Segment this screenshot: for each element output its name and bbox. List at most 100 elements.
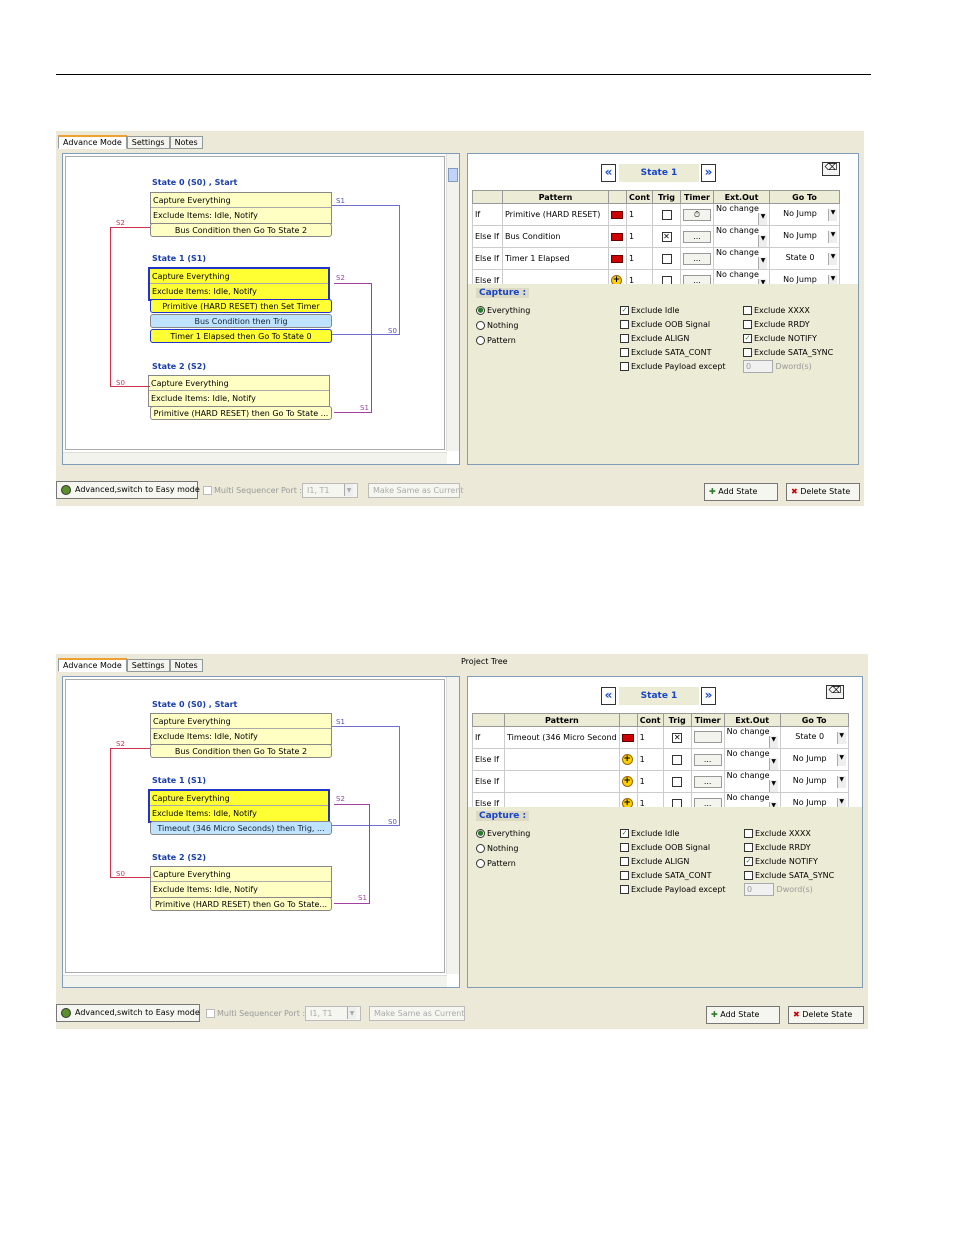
chevron-down-icon[interactable]: ▼ <box>828 252 837 265</box>
pattern-action-cell[interactable] <box>608 203 627 226</box>
timer-cell[interactable]: ... <box>680 225 714 248</box>
grid-row[interactable]: Else If Timer 1 Elapsed 1... No change ▼ Stat… <box>472 247 840 270</box>
chevron-down-icon[interactable]: ▼ <box>768 780 778 792</box>
diagram-vertical-scrollbar[interactable] <box>446 154 459 451</box>
multi-sequencer-checkbox[interactable]: Multi Sequencer <box>206 1009 282 1018</box>
cont-cell[interactable]: 1 <box>636 748 664 771</box>
timer-cell[interactable] <box>690 726 725 749</box>
trig-checkbox[interactable] <box>661 253 672 264</box>
state-2-condition[interactable]: Primitive (HARD RESET) then Go To State … <box>150 406 332 420</box>
cont-cell[interactable]: 1 <box>626 203 653 226</box>
pattern-action-cell[interactable]: + <box>618 748 638 771</box>
pattern-cell[interactable]: Timeout (346 Micro Second <box>504 726 620 749</box>
timer-button[interactable]: ... <box>693 775 722 788</box>
diagram-horizontal-scrollbar[interactable] <box>63 452 447 464</box>
state-2-condition[interactable]: Primitive (HARD RESET) then Go To State.… <box>150 897 332 911</box>
add-pattern-icon[interactable]: + <box>621 754 633 765</box>
pattern-action-cell[interactable]: + <box>618 770 638 793</box>
chevron-down-icon[interactable]: ▼ <box>836 753 846 766</box>
pattern-action-cell[interactable] <box>618 726 638 749</box>
tab-advance-mode[interactable]: Advance Mode <box>58 135 127 149</box>
radio-nothing[interactable]: Nothing <box>476 321 518 330</box>
checkbox-exclude-xxxx[interactable]: Exclude XXXX <box>744 829 811 838</box>
trig-cell[interactable] <box>662 748 692 771</box>
checkbox-exclude-sata-cont[interactable]: Exclude SATA_CONT <box>620 871 711 880</box>
chevron-down-icon[interactable]: ▼ <box>758 257 767 269</box>
next-state-button[interactable]: » <box>701 687 716 705</box>
trig-cell[interactable]: ✕ <box>662 726 692 749</box>
state-1-box[interactable]: Capture Everything Exclude Items: Idle, … <box>148 267 330 301</box>
checkbox-exclude-idle[interactable]: ✓ Exclude Idle <box>620 306 679 315</box>
ext-out-cell[interactable]: No change ▼ <box>723 770 781 793</box>
cont-cell[interactable]: 1 <box>636 770 664 793</box>
checkbox-exclude-oob[interactable]: Exclude OOB Signal <box>620 320 710 329</box>
state-0-box[interactable]: Capture Everything Exclude Items: Idle, … <box>150 192 332 224</box>
grid-row[interactable]: Else If Bus Condition 1 ✕... No change ▼ No Ju… <box>472 225 840 248</box>
multi-sequencer-checkbox[interactable]: Multi Sequencer <box>203 486 279 495</box>
checkbox-exclude-align[interactable]: Exclude ALIGN <box>620 334 689 343</box>
goto-cell[interactable]: State 0 ▼ <box>769 247 840 270</box>
make-same-button[interactable]: Make Same as Current <box>369 1006 465 1021</box>
add-state-button[interactable]: ✚ Add State <box>704 483 778 501</box>
state-1-box[interactable]: Capture Everything Exclude Items: Idle, … <box>148 789 330 823</box>
chevron-down-icon[interactable]: ▼ <box>828 208 837 221</box>
goto-cell[interactable]: No Jump ▼ <box>779 770 849 793</box>
state-1-condition[interactable]: Timer 1 Elapsed then Go To State 0 <box>150 329 332 343</box>
ext-out-cell[interactable]: No change ▼ <box>713 203 770 226</box>
trig-checkbox[interactable]: ✕ <box>661 231 672 242</box>
tab-settings[interactable]: Settings <box>126 659 170 672</box>
chevron-down-icon[interactable]: ▼ <box>836 731 846 744</box>
checkbox-exclude-sata-sync[interactable]: Exclude SATA_SYNC <box>744 871 834 880</box>
chevron-down-icon[interactable]: ▼ <box>768 736 778 748</box>
checkbox-exclude-sata-cont[interactable]: Exclude SATA_CONT <box>620 348 711 357</box>
timer-cell[interactable]: ⏱ <box>680 203 714 226</box>
checkbox-exclude-rrdy[interactable]: Exclude RRDY <box>743 320 810 329</box>
trig-cell[interactable]: ✕ <box>652 225 681 248</box>
state-2-box[interactable]: Capture Everything Exclude Items: Idle, … <box>148 375 330 407</box>
chevron-down-icon[interactable]: ▼ <box>758 235 767 247</box>
trig-cell[interactable] <box>652 203 681 226</box>
pattern-cell[interactable]: Timer 1 Elapsed <box>502 247 609 270</box>
chevron-down-icon[interactable]: ▼ <box>836 775 846 788</box>
next-state-button[interactable]: » <box>701 164 716 182</box>
timer-cell[interactable]: ... <box>690 748 725 771</box>
trig-checkbox[interactable] <box>672 754 683 765</box>
timer-cell[interactable]: ... <box>680 247 714 270</box>
checkbox-exclude-idle[interactable]: ✓ Exclude Idle <box>620 829 679 838</box>
ext-out-cell[interactable]: No change ▼ <box>713 247 770 270</box>
ext-out-cell[interactable]: No change ▼ <box>723 748 781 771</box>
trig-checkbox[interactable]: ✕ <box>672 732 683 743</box>
radio-everything[interactable]: ● Everything <box>476 306 530 315</box>
trig-cell[interactable] <box>652 247 681 270</box>
radio-nothing[interactable]: Nothing <box>476 844 518 853</box>
state-0-condition[interactable]: Bus Condition then Go To State 2 <box>150 744 332 758</box>
checkbox-exclude-notify[interactable]: ✓ Exclude NOTIFY <box>744 857 818 866</box>
cont-cell[interactable]: 1 <box>626 247 653 270</box>
goto-cell[interactable]: No Jump ▼ <box>769 203 840 226</box>
checkbox-exclude-notify[interactable]: ✓ Exclude NOTIFY <box>743 334 817 343</box>
remove-pattern-icon[interactable] <box>621 733 634 742</box>
easy-mode-button[interactable]: Advanced,switch to Easy mode <box>56 1004 200 1022</box>
delete-state-button[interactable]: ✖ Delete State <box>788 1006 864 1024</box>
checkbox-exclude-align[interactable]: Exclude ALIGN <box>620 857 689 866</box>
port-select[interactable]: I1, T1 ▼ <box>302 483 358 498</box>
trig-checkbox[interactable] <box>672 776 683 787</box>
pattern-cell[interactable]: Primitive (HARD RESET) <box>502 203 609 226</box>
checkbox-exclude-payload[interactable]: Exclude Payload except <box>620 885 726 894</box>
add-pattern-icon[interactable]: + <box>621 776 633 787</box>
checkbox-exclude-rrdy[interactable]: Exclude RRDY <box>744 843 811 852</box>
eraser-icon[interactable]: ⌫ <box>822 162 840 176</box>
cont-cell[interactable]: 1 <box>636 726 664 749</box>
port-select[interactable]: I1, T1 ▼ <box>305 1006 361 1021</box>
checkbox-exclude-oob[interactable]: Exclude OOB Signal <box>620 843 710 852</box>
diagram-horizontal-scrollbar[interactable] <box>63 975 447 987</box>
pattern-action-cell[interactable] <box>608 247 627 270</box>
state-1-condition[interactable]: Primitive (HARD RESET) then Set Timer <box>150 299 332 313</box>
chevron-down-icon[interactable]: ▼ <box>758 213 767 225</box>
checkbox-exclude-xxxx[interactable]: Exclude XXXX <box>743 306 810 315</box>
grid-row[interactable]: If Primitive (HARD RESET) 1 ⏱ No change ▼ No J… <box>472 203 840 226</box>
ext-out-cell[interactable]: No change ▼ <box>723 726 781 749</box>
timer-button[interactable] <box>693 730 722 743</box>
grid-row[interactable]: Else If +1... No change ▼ No Jump ▼ <box>472 748 849 771</box>
pattern-action-cell[interactable] <box>608 225 627 248</box>
